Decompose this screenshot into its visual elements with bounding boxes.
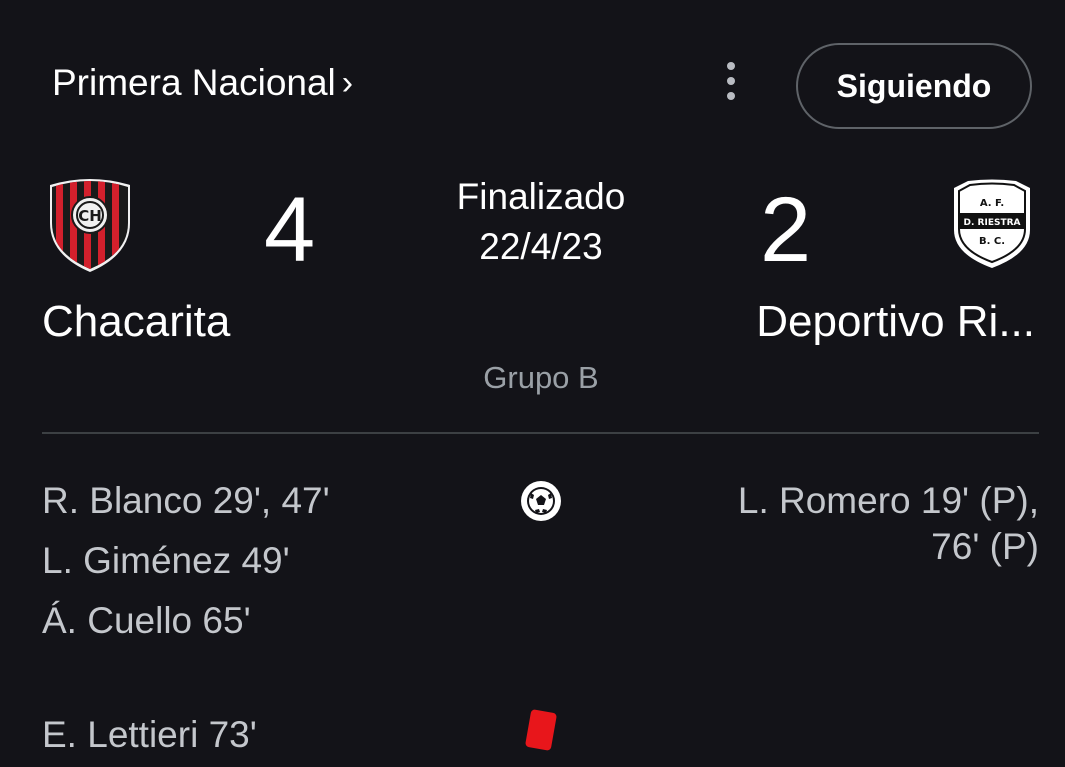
away-team-name[interactable]: Deportivo Ri... (756, 295, 1035, 349)
away-goal-event: 76' (P) (931, 526, 1039, 567)
soccer-ball-icon (521, 481, 561, 521)
more-options-icon[interactable] (716, 62, 746, 100)
svg-text:CH: CH (78, 207, 102, 225)
following-button[interactable]: Siguiendo (796, 43, 1032, 129)
svg-text:A. F.: A. F. (980, 198, 1004, 209)
home-goal-event: L. Giménez 49' (42, 540, 290, 581)
group-label: Grupo B (483, 360, 599, 395)
chevron-right-icon: › (341, 64, 354, 102)
match-status: Finalizado (456, 176, 626, 217)
competition-link[interactable]: Primera Nacional › (52, 60, 353, 106)
home-goal-event: Á. Cuello 65' (42, 600, 251, 641)
competition-name: Primera Nacional (52, 62, 336, 103)
home-red-card-event: E. Lettieri 73' (42, 714, 257, 755)
chacarita-crest-icon[interactable]: CH (46, 177, 134, 273)
home-goal-event: R. Blanco 29', 47' (42, 480, 330, 521)
red-card-icon (525, 709, 557, 751)
away-goal-event: L. Romero 19' (P), (737, 480, 1039, 521)
match-page: Primera Nacional › Siguiendo CH 4 Finali… (0, 0, 1065, 767)
deportivo-riestra-crest-icon[interactable]: A. F. D. RIESTRA B. C. (950, 178, 1034, 270)
home-score: 4 (264, 179, 316, 281)
away-score: 2 (760, 179, 812, 281)
svg-text:D. RIESTRA: D. RIESTRA (964, 218, 1021, 228)
divider (42, 432, 1039, 434)
home-team-name[interactable]: Chacarita (42, 295, 230, 349)
svg-text:B. C.: B. C. (979, 236, 1005, 247)
match-date: 22/4/23 (479, 226, 603, 267)
